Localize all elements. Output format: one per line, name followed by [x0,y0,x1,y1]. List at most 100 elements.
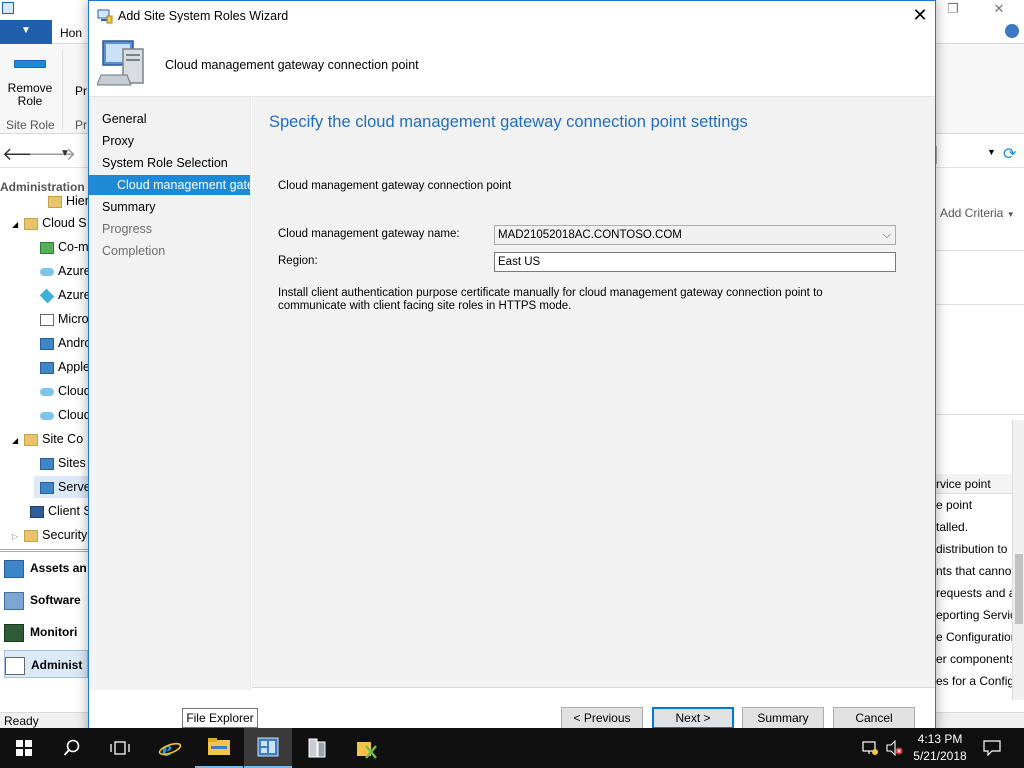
tree-item[interactable]: ◢ Site Co [12,428,83,450]
gateway-name-select[interactable]: MAD21052018AC.CONTOSO.COM ⌵ [494,225,896,245]
tree-item[interactable]: Apple [40,356,90,378]
region-field[interactable]: East US [494,252,896,272]
file-explorer-tooltip: File Explorer [182,708,258,728]
speaker-icon [886,740,903,756]
expand-icon[interactable]: ▷ [12,532,18,541]
remove-role-icon [14,60,46,68]
server-icon [40,481,54,494]
column-header-description[interactable]: rvice point [936,474,1016,494]
clock-time: 4:13 PM [917,732,963,746]
folder-icon [24,217,39,230]
workspace-monitoring[interactable]: Monitori [4,618,88,646]
folder-icon [48,195,62,208]
wizard-title-icon [97,9,113,24]
forward-arrow-icon[interactable]: 🡒 [28,145,76,165]
remove-role-button[interactable]: Remove Role [2,54,58,108]
step-general[interactable]: General [102,109,146,129]
server-manager-icon [308,738,326,758]
next-button[interactable]: Next > [652,707,734,729]
cloud-icon [40,387,54,396]
file-tab[interactable]: ▼ [0,20,52,44]
tree-item[interactable]: Cloud [40,404,91,426]
detail-line: es for a Config [936,674,1012,688]
close-icon[interactable]: ✕ [984,0,1014,20]
detail-line: e point [936,498,973,512]
divider [252,687,935,688]
tree-item[interactable]: Cloud [40,380,91,402]
monitor-icon [30,505,44,518]
wizard-titlebar: Add Site System Roles Wizard ✕ [89,1,935,31]
volume-muted-icon[interactable] [882,728,906,768]
divider [250,97,251,690]
cloud-icon [40,411,54,420]
address-dropdown[interactable]: ▼ ⟳ [936,146,1024,164]
scrollbar-thumb[interactable] [1015,554,1023,624]
add-criteria-button[interactable]: Add Criteria ▼ [940,206,1015,220]
windows-logo-icon [16,740,32,756]
region-label: Region: [278,255,318,267]
step-summary[interactable]: Summary [102,197,155,217]
search-button[interactable] [48,728,96,768]
monitoring-icon [4,623,24,642]
assets-icon [4,559,24,578]
tree-item[interactable]: Micro [40,308,89,330]
software-icon [4,591,24,610]
document-icon [40,313,54,326]
collapse-icon[interactable]: ◢ [12,220,18,229]
workspace-assets[interactable]: Assets an [4,554,88,582]
tools-button[interactable] [342,728,390,768]
computer-icon [97,40,144,86]
detail-line: er components [936,652,1012,666]
task-view-button[interactable] [96,728,144,768]
divider [936,414,1024,415]
divider [936,304,1024,305]
cloud-icon [40,267,54,276]
previous-button[interactable]: < Previous [561,707,643,729]
network-icon[interactable] [858,728,882,768]
refresh-icon[interactable]: ⟳ [1003,144,1016,164]
tree-item[interactable]: Client S [30,500,92,522]
collapse-icon[interactable]: ◢ [12,436,18,445]
remove-role-label-2: Role [17,94,43,108]
start-button[interactable] [0,728,48,768]
folder-icon [208,738,230,755]
internet-explorer-icon: e [158,736,182,760]
internet-explorer-button[interactable]: e [146,728,194,768]
history-dropdown-icon[interactable]: ▼ [54,145,76,165]
tree-item-selected[interactable]: Serve [34,476,88,498]
summary-button[interactable]: Summary [742,707,824,729]
tree-item[interactable]: Azure [40,260,91,282]
tree-item[interactable]: Sites [40,452,86,474]
wizard-title: Add Site System Roles Wizard [118,9,289,23]
workspace-administration[interactable]: Administ [4,650,88,678]
server-manager-button[interactable] [293,728,341,768]
chevron-down-icon: ▼ [987,147,996,157]
system-clock[interactable]: 4:13 PM 5/21/2018 [906,731,974,765]
step-completion: Completion [102,244,166,258]
back-arrow-icon[interactable]: 🡐 [2,145,50,165]
notification-center-button[interactable] [978,728,1006,768]
tree-item[interactable]: Co-m [40,236,89,258]
config-manager-button[interactable] [244,728,292,768]
ribbon-fragment[interactable]: Pr [75,84,87,98]
tree-item[interactable]: Azure [40,284,91,306]
workspace-splitter[interactable] [0,549,88,552]
tree-item[interactable]: Andro [40,332,91,354]
step-proxy[interactable]: Proxy [102,131,134,151]
restore-icon[interactable]: ❐ [938,0,968,20]
detail-line: eporting Servic [936,608,1012,622]
wizard-steps: General Proxy System Role Selection Clou… [89,97,250,690]
tree-item[interactable]: ▷ Security [12,524,87,546]
cancel-button[interactable]: Cancel [833,707,915,729]
file-explorer-button[interactable] [195,728,243,768]
help-icon[interactable] [1005,24,1019,38]
tree-item[interactable]: ◢ Cloud S [12,212,87,234]
gateway-name-label: Cloud management gateway name: [278,228,460,240]
close-icon[interactable]: ✕ [905,3,935,29]
workspace-software[interactable]: Software [4,586,88,614]
details-scrollbar[interactable] [1012,420,1024,700]
taskbar: e 4:13 PM 5/21/2018 [0,728,1024,768]
gateway-name-value: MAD21052018AC.CONTOSO.COM [498,229,682,241]
step-cloud-management-gateway[interactable]: Cloud management gateway connection poin… [89,175,250,195]
step-system-role-selection[interactable]: System Role Selection [102,153,228,173]
